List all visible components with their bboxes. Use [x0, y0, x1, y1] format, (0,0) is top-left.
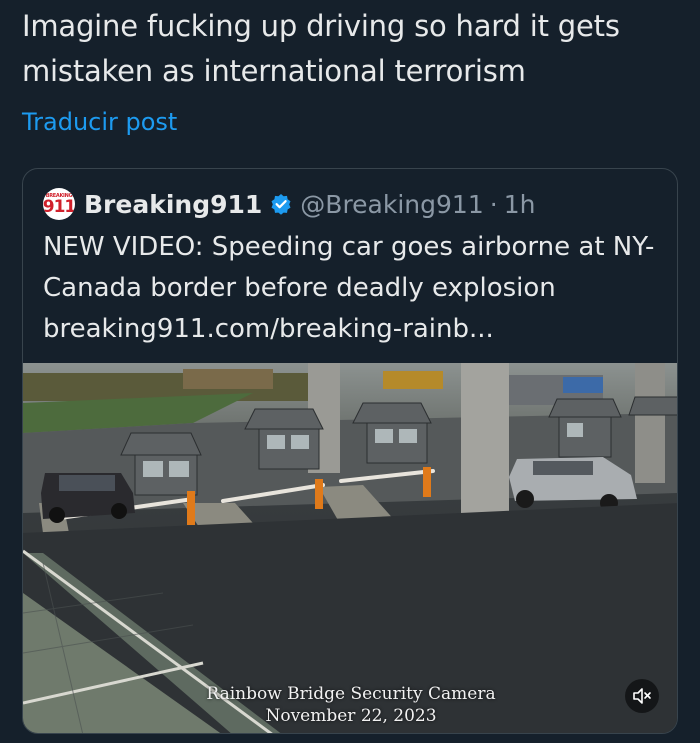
post-timestamp[interactable]: 1h: [504, 190, 536, 219]
video-frame: [23, 363, 677, 733]
quoted-post-text: NEW VIDEO: Speeding car goes airborne at…: [43, 227, 663, 350]
speaker-muted-icon: [633, 688, 651, 704]
quoted-post-link[interactable]: breaking911.com/breaking-rainb...: [43, 314, 494, 344]
separator-dot: ·: [489, 189, 498, 219]
author-handle[interactable]: @Breaking911: [300, 190, 483, 219]
quoted-post-card[interactable]: BREAKING 911 Breaking911 @Breaking911 · …: [22, 168, 678, 734]
quoted-post-header: BREAKING 911 Breaking911 @Breaking911 · …: [43, 186, 535, 222]
translate-post-link[interactable]: Traducir post: [22, 108, 177, 136]
mute-button[interactable]: [625, 679, 659, 713]
quoted-post-body: NEW VIDEO: Speeding car goes airborne at…: [43, 232, 655, 303]
avatar[interactable]: BREAKING 911: [43, 188, 75, 220]
post-text: Imagine fucking up driving so hard it ge…: [22, 9, 620, 88]
avatar-number: 911: [43, 196, 75, 217]
author-name[interactable]: Breaking911: [84, 190, 262, 219]
verified-badge-icon: [270, 193, 292, 215]
video-caption-line1: Rainbow Bridge Security Camera: [206, 684, 496, 704]
video-player[interactable]: Rainbow Bridge Security Camera November …: [23, 363, 677, 733]
video-caption-line2: November 22, 2023: [265, 706, 437, 726]
